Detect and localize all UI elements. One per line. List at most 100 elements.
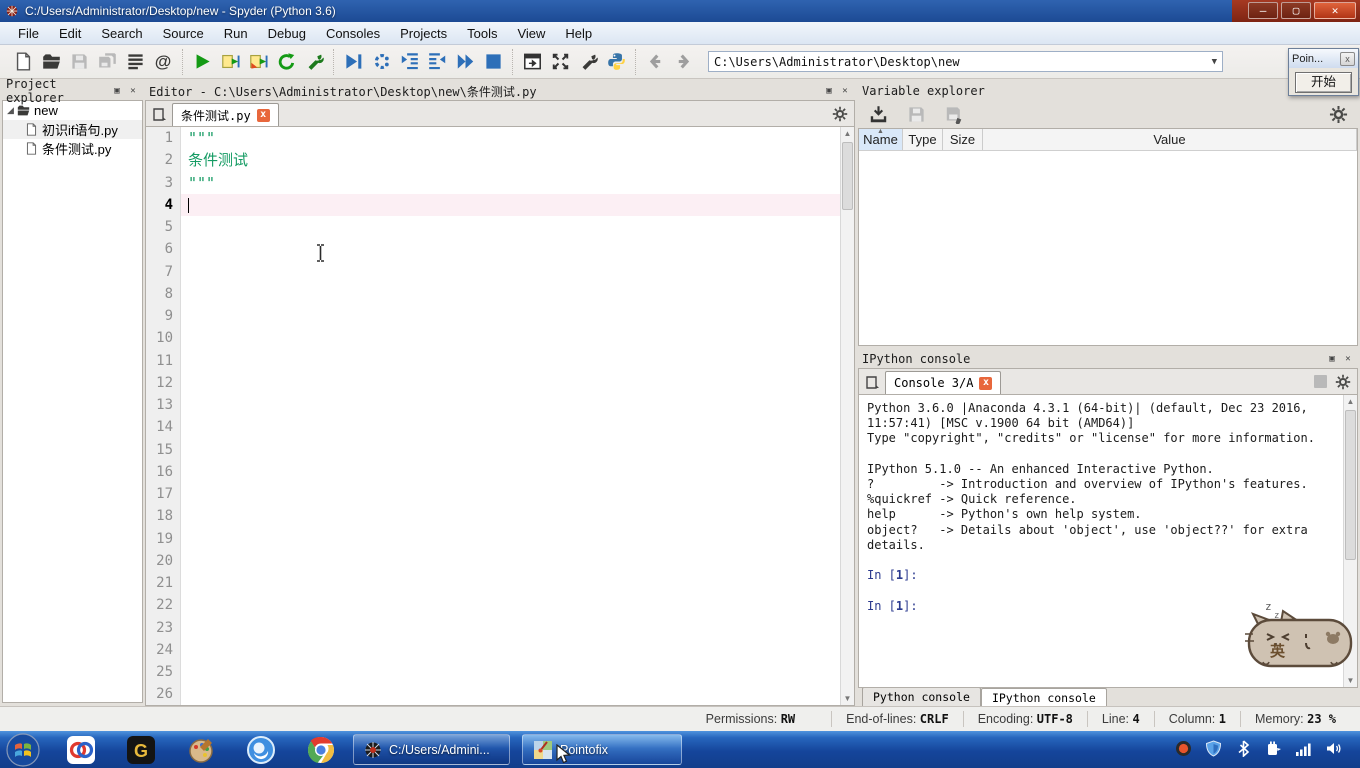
debug-file-icon[interactable] [339,49,367,75]
open-file-icon[interactable] [37,49,65,75]
dropdown-caret-icon[interactable]: ▼ [1212,57,1217,67]
configure-icon[interactable] [300,49,328,75]
menu-search[interactable]: Search [91,23,152,44]
line-number[interactable]: 10 [146,327,180,349]
menu-edit[interactable]: Edit [49,23,91,44]
bottom-tab-python-console[interactable]: Python console [862,687,981,706]
menu-projects[interactable]: Projects [390,23,457,44]
import-data-icon[interactable] [864,101,892,127]
step-return-icon[interactable] [423,49,451,75]
project-file[interactable]: 条件测试.py [3,139,142,158]
scroll-up-icon[interactable]: ▲ [841,127,854,140]
menu-consoles[interactable]: Consoles [316,23,390,44]
column-header-name[interactable]: ▲ Name [859,128,903,150]
save-all-icon[interactable] [93,49,121,75]
code-line[interactable] [181,661,840,683]
line-number[interactable]: 6 [146,238,180,260]
line-number[interactable]: 17 [146,483,180,505]
line-number[interactable]: 21 [146,572,180,594]
undock-icon[interactable]: ▣ [823,85,835,97]
minimize-button[interactable]: — [1248,2,1278,19]
line-number[interactable]: 11 [146,350,180,372]
scrollbar-thumb[interactable] [842,142,853,210]
symbol-finder-icon[interactable]: @ [149,49,177,75]
line-number[interactable]: 19 [146,528,180,550]
code-line[interactable] [181,639,840,661]
code-line[interactable] [181,550,840,572]
line-number[interactable]: 14 [146,416,180,438]
code-line[interactable] [181,238,840,260]
code-line[interactable] [181,617,840,639]
record-icon[interactable] [1175,740,1192,760]
line-number-gutter[interactable]: 1 2 3 4 5 6 7 8 9 10 11 12 13 14 15 16 17 18 19 20 21 22 23 24 2… [146,127,181,705]
remote-app-icon[interactable] [61,734,101,766]
line-number[interactable]: 13 [146,394,180,416]
close-tab-icon[interactable]: x [979,376,993,390]
stop-debug-icon[interactable] [479,49,507,75]
column-header-size[interactable]: Size [943,129,983,150]
close-button[interactable]: ✕ [1314,2,1356,19]
code-line[interactable] [181,305,840,327]
ime-cat-widget[interactable]: z z 英 [1243,596,1359,672]
code-line[interactable] [181,193,840,216]
g-app-icon[interactable]: G [121,734,161,766]
line-number[interactable]: 9 [146,305,180,327]
line-number[interactable]: 22 [146,594,180,616]
pointofix-titlebar[interactable]: Poin... x [1289,49,1358,68]
shield-icon[interactable] [1205,739,1222,760]
new-file-icon[interactable] [9,49,37,75]
code-line[interactable] [181,594,840,616]
code-line[interactable] [181,283,840,305]
line-number[interactable]: 25 [146,661,180,683]
menu-source[interactable]: Source [153,23,214,44]
close-panel-icon[interactable]: ✕ [1342,353,1354,365]
code-line[interactable] [181,572,840,594]
continue-icon[interactable] [451,49,479,75]
expand-arrow-icon[interactable]: ◢ [7,105,17,116]
line-number[interactable]: 8 [146,283,180,305]
line-number[interactable]: 7 [146,261,180,283]
scrollbar-thumb[interactable] [1345,410,1356,560]
bluetooth-icon[interactable] [1235,739,1252,760]
rerun-cell-icon[interactable] [272,49,300,75]
line-number[interactable]: 5 [146,216,180,238]
network-signal-icon[interactable] [1295,740,1312,760]
pointofix-start-button[interactable]: 开始 [1295,72,1352,93]
start-orb-icon[interactable] [5,732,41,768]
scroll-up-icon[interactable]: ▲ [1344,395,1357,408]
browser-app-icon[interactable] [241,734,281,766]
chrome-icon[interactable] [301,734,341,766]
code-line[interactable]: 条件测试 [181,149,840,171]
code-line[interactable] [181,416,840,438]
undock-icon[interactable]: ▣ [1326,353,1338,365]
code-line[interactable] [181,261,840,283]
working-directory-combo[interactable]: C:\Users\Administrator\Desktop\new ▼ [708,51,1223,72]
line-number[interactable]: 12 [146,372,180,394]
code-line[interactable] [181,461,840,483]
browse-tabs-icon[interactable] [861,372,885,394]
menu-view[interactable]: View [507,23,555,44]
forward-icon[interactable] [669,49,697,75]
code-line[interactable] [181,350,840,372]
variables-table[interactable]: ▲ Name Type Size Value [858,128,1358,346]
line-number[interactable]: 20 [146,550,180,572]
menu-run[interactable]: Run [214,23,258,44]
console-options-gear-icon[interactable] [1335,374,1351,390]
run-cell-advance-icon[interactable] [244,49,272,75]
code-line[interactable] [181,683,840,705]
code-line[interactable] [181,505,840,527]
browse-tabs-icon[interactable] [148,104,172,126]
variable-options-gear-icon[interactable] [1324,101,1352,127]
code-line[interactable] [181,394,840,416]
interrupt-kernel-icon[interactable] [1314,375,1327,388]
menu-debug[interactable]: Debug [258,23,316,44]
line-number[interactable]: 15 [146,439,180,461]
editor-tab[interactable]: 条件测试.py x [172,103,279,126]
bottom-tab-ipython-console[interactable]: IPython console [980,688,1107,706]
close-panel-icon[interactable]: ✕ [127,85,139,97]
code-line[interactable]: """ [181,127,840,149]
step-into-icon[interactable] [395,49,423,75]
undock-icon[interactable]: ▣ [111,85,123,97]
volume-icon[interactable] [1325,740,1342,760]
close-tab-icon[interactable]: x [256,108,270,122]
